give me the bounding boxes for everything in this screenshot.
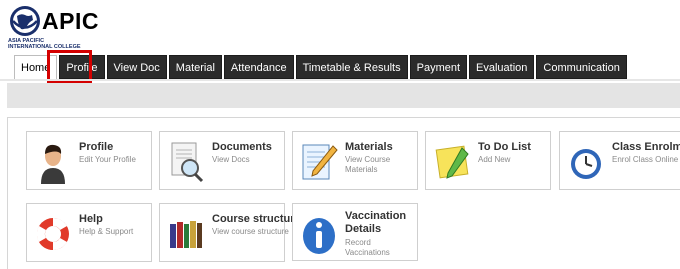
sticky-note-icon xyxy=(435,145,469,179)
logo-name: APIC xyxy=(42,8,99,34)
books-icon xyxy=(170,221,202,248)
card-subtitle: Edit Your Profile xyxy=(79,155,136,164)
user-icon xyxy=(41,144,65,184)
card-title: Vaccination Details xyxy=(345,210,407,235)
tab-timetable-results[interactable]: Timetable & Results xyxy=(295,55,408,79)
card-title: Documents xyxy=(212,141,272,153)
tab-communication[interactable]: Communication xyxy=(536,55,627,79)
card-subtitle: View Course Materials xyxy=(345,155,391,174)
card-subtitle: Record Vaccinations xyxy=(345,238,390,257)
card-vaccination-details[interactable]: Vaccination Details Record Vaccinations xyxy=(292,203,418,261)
document-search-icon xyxy=(171,142,204,183)
card-title: Materials xyxy=(345,141,393,153)
tab-view-doc[interactable]: View Doc xyxy=(106,55,167,79)
card-materials[interactable]: Materials View Course Materials xyxy=(292,131,418,190)
card-title: Help xyxy=(79,213,103,225)
card-subtitle: Enrol Class Online xyxy=(612,155,679,164)
card-title: Class Enrolment xyxy=(612,141,680,153)
card-subtitle: Add New xyxy=(478,155,511,164)
toolbar-band xyxy=(7,83,680,108)
card-course-structure[interactable]: Course structure View course structure xyxy=(159,203,301,262)
tab-material[interactable]: Material xyxy=(168,55,222,79)
tab-attendance[interactable]: Attendance xyxy=(223,55,294,79)
card-subtitle: Help & Support xyxy=(79,227,134,236)
notepad-pencil-icon xyxy=(302,144,338,180)
card-documents[interactable]: Documents View Docs xyxy=(159,131,285,190)
info-icon xyxy=(303,218,335,254)
tab-evaluation[interactable]: Evaluation xyxy=(469,55,535,79)
clock-icon xyxy=(571,149,601,179)
card-title: Profile xyxy=(79,141,114,153)
globe-icon xyxy=(10,6,40,36)
card-help[interactable]: Help Help & Support xyxy=(26,203,152,262)
card-subtitle: View course structure xyxy=(212,227,289,236)
lifebuoy-icon xyxy=(36,217,69,251)
card-profile[interactable]: Profile Edit Your Profile xyxy=(26,131,152,190)
main-tab-bar: Home Profile View Doc Material Attendanc… xyxy=(14,55,629,79)
card-to-do-list[interactable]: To Do List Add New xyxy=(425,131,551,190)
tab-underline xyxy=(0,79,680,81)
tab-home[interactable]: Home xyxy=(14,55,58,79)
tab-profile[interactable]: Profile xyxy=(59,55,105,79)
card-title: To Do List xyxy=(478,141,531,153)
logo-subtitle: ASIA PACIFIC INTERNATIONAL COLLEGE xyxy=(8,38,81,50)
tab-payment[interactable]: Payment xyxy=(409,55,468,79)
app-logo[interactable]: APIC ASIA PACIFIC INTERNATIONAL COLLEGE xyxy=(8,2,128,50)
card-title: Course structure xyxy=(212,213,301,225)
card-class-enrolment[interactable]: Class Enrolment Enrol Class Online xyxy=(559,131,680,190)
card-subtitle: View Docs xyxy=(212,155,250,164)
